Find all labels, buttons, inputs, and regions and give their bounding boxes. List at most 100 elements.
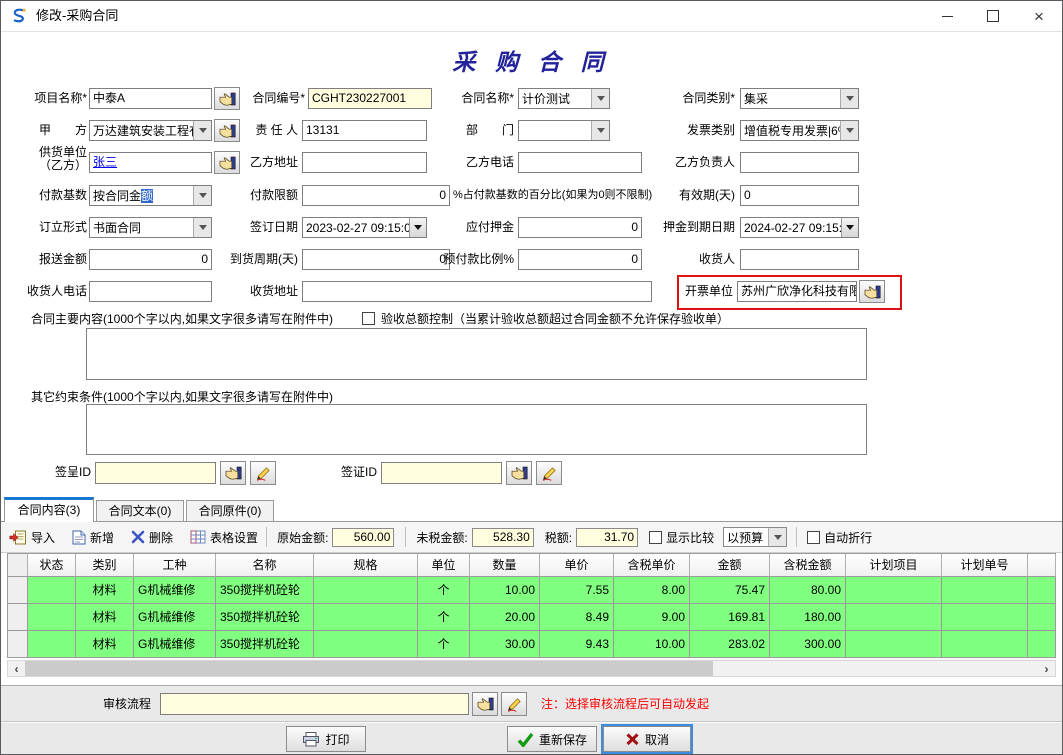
cell[interactable]: G机械维修 bbox=[134, 604, 216, 631]
party-b-phone-field[interactable] bbox=[518, 152, 642, 173]
column-header[interactable]: 金额 bbox=[690, 554, 770, 577]
cell[interactable]: 个 bbox=[418, 577, 470, 604]
pay-limit-field[interactable]: 0 bbox=[302, 185, 450, 206]
main-content-textarea[interactable] bbox=[86, 328, 867, 380]
cell[interactable]: 350搅拌机砼轮 bbox=[216, 631, 314, 658]
cell[interactable] bbox=[846, 604, 942, 631]
compare-mode-select[interactable]: 以预算 bbox=[723, 527, 787, 547]
prepay-ratio-field[interactable]: 0 bbox=[518, 249, 642, 270]
cell[interactable]: 350搅拌机砼轮 bbox=[216, 604, 314, 631]
cell[interactable]: 20.00 bbox=[470, 604, 540, 631]
contract-type-select[interactable]: 集采 bbox=[740, 88, 859, 109]
cell[interactable]: 75.47 bbox=[690, 577, 770, 604]
column-header[interactable]: 计划项目 bbox=[846, 554, 942, 577]
calendar-dropdown-icon[interactable] bbox=[841, 218, 858, 237]
cell[interactable]: 30.00 bbox=[470, 631, 540, 658]
cell[interactable]: 9.43 bbox=[540, 631, 614, 658]
contract-no-field[interactable]: CGHT230227001 bbox=[308, 88, 432, 109]
auto-wrap-checkbox[interactable] bbox=[807, 531, 820, 544]
review-flow-field[interactable] bbox=[160, 693, 469, 715]
chevron-down-icon[interactable] bbox=[840, 89, 858, 108]
cell[interactable]: G机械维修 bbox=[134, 631, 216, 658]
column-header[interactable]: 工种 bbox=[134, 554, 216, 577]
delete-row-button[interactable]: 删除 bbox=[131, 529, 173, 546]
minimize-button[interactable] bbox=[924, 1, 970, 31]
table-row[interactable]: 材料 G机械维修 350搅拌机砼轮 个 30.00 9.43 10.00 283… bbox=[8, 631, 1056, 658]
column-header[interactable]: 数量 bbox=[470, 554, 540, 577]
chevron-down-icon[interactable] bbox=[591, 121, 609, 140]
row-indicator[interactable] bbox=[8, 631, 28, 658]
cell[interactable]: 个 bbox=[418, 604, 470, 631]
pay-base-select[interactable]: 按合同金额 bbox=[89, 185, 212, 206]
cell[interactable]: 个 bbox=[418, 631, 470, 658]
chevron-down-icon[interactable] bbox=[193, 218, 211, 237]
column-header[interactable]: 名称 bbox=[216, 554, 314, 577]
valid-days-field[interactable]: 0 bbox=[740, 185, 859, 206]
chevron-down-icon[interactable] bbox=[840, 121, 858, 140]
consignee-field[interactable] bbox=[740, 249, 859, 270]
other-terms-textarea[interactable] bbox=[86, 404, 867, 455]
table-row[interactable]: 材料 G机械维修 350搅拌机砼轮 个 10.00 7.55 8.00 75.4… bbox=[8, 577, 1056, 604]
chevron-down-icon[interactable] bbox=[193, 186, 211, 205]
horizontal-scrollbar[interactable]: ‹ › bbox=[7, 660, 1056, 677]
consignee-phone-field[interactable] bbox=[89, 281, 212, 302]
cell[interactable] bbox=[28, 577, 76, 604]
cell[interactable]: 350搅拌机砼轮 bbox=[216, 577, 314, 604]
cell[interactable] bbox=[846, 577, 942, 604]
show-compare-checkbox[interactable] bbox=[649, 531, 662, 544]
column-header[interactable]: 含税金额 bbox=[770, 554, 846, 577]
project-name-field[interactable]: 中泰A bbox=[89, 88, 212, 109]
cell[interactable]: 材料 bbox=[76, 577, 134, 604]
supplier-link[interactable]: 张三 bbox=[93, 155, 117, 169]
maximize-button[interactable] bbox=[970, 1, 1016, 31]
cell[interactable]: 10.00 bbox=[614, 631, 690, 658]
scroll-right-icon[interactable]: › bbox=[1038, 661, 1055, 676]
contract-form-select[interactable]: 书面合同 bbox=[89, 217, 212, 238]
column-header[interactable]: 计划单号 bbox=[942, 554, 1028, 577]
column-header[interactable]: 含税单价 bbox=[614, 554, 690, 577]
tab-contract-text[interactable]: 合同文本(0) bbox=[96, 500, 184, 522]
close-button[interactable]: × bbox=[1016, 1, 1062, 31]
cell[interactable]: 80.00 bbox=[770, 577, 846, 604]
resave-button[interactable]: 重新保存 bbox=[507, 726, 597, 752]
cell[interactable] bbox=[942, 631, 1028, 658]
sign-report-sign-button[interactable] bbox=[250, 461, 276, 485]
cell[interactable]: 300.00 bbox=[770, 631, 846, 658]
scrollbar-thumb[interactable] bbox=[25, 661, 713, 676]
party-a-select[interactable]: 万达建筑安装工程有 bbox=[89, 120, 212, 141]
project-picker-button[interactable] bbox=[214, 87, 240, 110]
deposit-due-picker[interactable]: 2024-02-27 09:15: bbox=[740, 217, 859, 238]
add-row-button[interactable]: 新增 bbox=[72, 529, 114, 546]
cell[interactable] bbox=[314, 631, 418, 658]
import-button[interactable]: 导入 bbox=[9, 529, 55, 546]
tab-contract-content[interactable]: 合同内容(3) bbox=[4, 497, 94, 522]
party-b-address-field[interactable] bbox=[302, 152, 427, 173]
review-flow-sign-button[interactable] bbox=[501, 692, 527, 716]
sign-date-picker[interactable]: 2023-02-27 09:15:0 bbox=[302, 217, 427, 238]
cell[interactable]: 180.00 bbox=[770, 604, 846, 631]
cancel-button[interactable]: 取消 bbox=[603, 726, 691, 752]
invoice-type-select[interactable]: 增值税专用发票|6% bbox=[740, 120, 859, 141]
chevron-down-icon[interactable] bbox=[591, 89, 609, 108]
cell[interactable]: G机械维修 bbox=[134, 577, 216, 604]
invoice-unit-picker-button[interactable] bbox=[859, 280, 885, 303]
tab-contract-original[interactable]: 合同原件(0) bbox=[186, 500, 274, 522]
visa-picker-button[interactable] bbox=[506, 461, 532, 485]
review-flow-picker-button[interactable] bbox=[472, 692, 498, 716]
invoice-unit-field[interactable]: 苏州广欣净化科技有限 bbox=[737, 281, 857, 302]
visa-id-field[interactable] bbox=[381, 462, 502, 484]
column-header[interactable]: 单位 bbox=[418, 554, 470, 577]
cell[interactable] bbox=[28, 631, 76, 658]
delivery-address-field[interactable] bbox=[302, 281, 652, 302]
cell[interactable]: 283.02 bbox=[690, 631, 770, 658]
original-amount-field[interactable]: 560.00 bbox=[332, 528, 394, 547]
column-header[interactable]: 类别 bbox=[76, 554, 134, 577]
row-indicator[interactable] bbox=[8, 604, 28, 631]
sign-report-id-field[interactable] bbox=[95, 462, 216, 484]
cell[interactable]: 9.00 bbox=[614, 604, 690, 631]
cell[interactable]: 材料 bbox=[76, 604, 134, 631]
tax-amount-field[interactable]: 31.70 bbox=[576, 528, 638, 547]
visa-sign-button[interactable] bbox=[536, 461, 562, 485]
cell[interactable] bbox=[942, 604, 1028, 631]
row-indicator[interactable] bbox=[8, 577, 28, 604]
